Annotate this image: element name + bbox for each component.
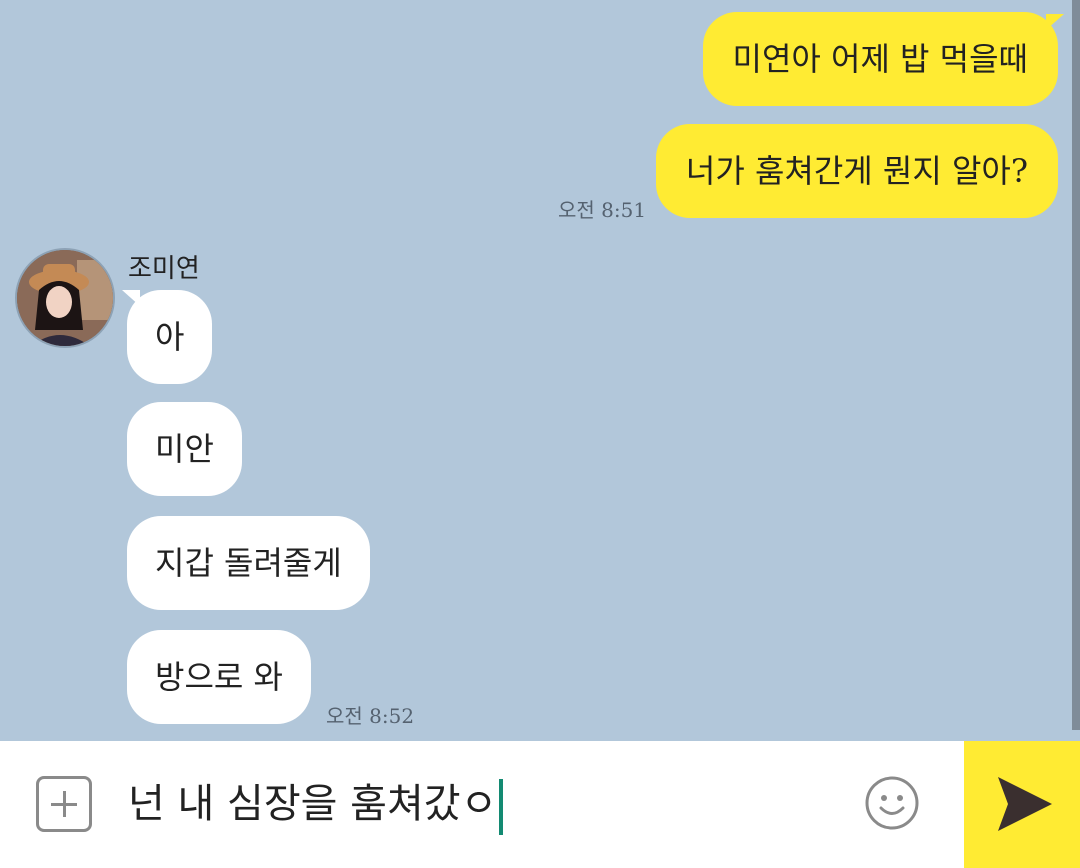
bubble-tail xyxy=(1046,14,1064,30)
message-input-value: 넌 내 심장을 훔쳐갔ㅇ xyxy=(128,781,498,827)
text-caret xyxy=(499,779,504,835)
their-message-bubble[interactable]: 지갑 돌려줄게 xyxy=(127,516,370,610)
avatar-photo-icon xyxy=(17,250,113,346)
send-button[interactable] xyxy=(964,741,1080,868)
plus-square-icon[interactable] xyxy=(36,776,92,832)
message-text: 너가 훔쳐간게 뭔지 알아? xyxy=(685,152,1028,190)
message-text: 미연아 어제 밥 먹을때 xyxy=(732,40,1028,78)
message-text: 아 xyxy=(155,318,185,356)
smiley-icon[interactable] xyxy=(864,775,920,831)
their-message-bubble[interactable]: 미안 xyxy=(127,402,242,496)
my-message-bubble[interactable]: 너가 훔쳐간게 뭔지 알아? xyxy=(655,124,1058,218)
scrollbar[interactable] xyxy=(1072,0,1080,730)
send-arrow-icon xyxy=(998,777,1052,831)
message-text: 미안 xyxy=(155,430,214,468)
their-message-bubble[interactable]: 아 xyxy=(127,290,213,384)
message-input[interactable]: 넌 내 심장을 훔쳐갔ㅇ xyxy=(128,772,504,836)
message-text: 지갑 돌려줄게 xyxy=(155,544,342,582)
their-message-bubble[interactable]: 방으로 와 xyxy=(127,630,311,724)
message-text: 방으로 와 xyxy=(155,658,283,696)
my-message-bubble[interactable]: 미연아 어제 밥 먹을때 xyxy=(702,12,1058,106)
message-timestamp: 오전 8:52 xyxy=(326,704,415,728)
smiley-glyph xyxy=(865,776,919,830)
chat-area: 미연아 어제 밥 먹을때 너가 훔쳐간게 뭔지 알아? 오전 8:51 조미연 … xyxy=(0,0,1080,741)
sender-name: 조미연 xyxy=(128,254,200,284)
avatar[interactable] xyxy=(15,248,115,348)
message-timestamp: 오전 8:51 xyxy=(558,198,647,222)
